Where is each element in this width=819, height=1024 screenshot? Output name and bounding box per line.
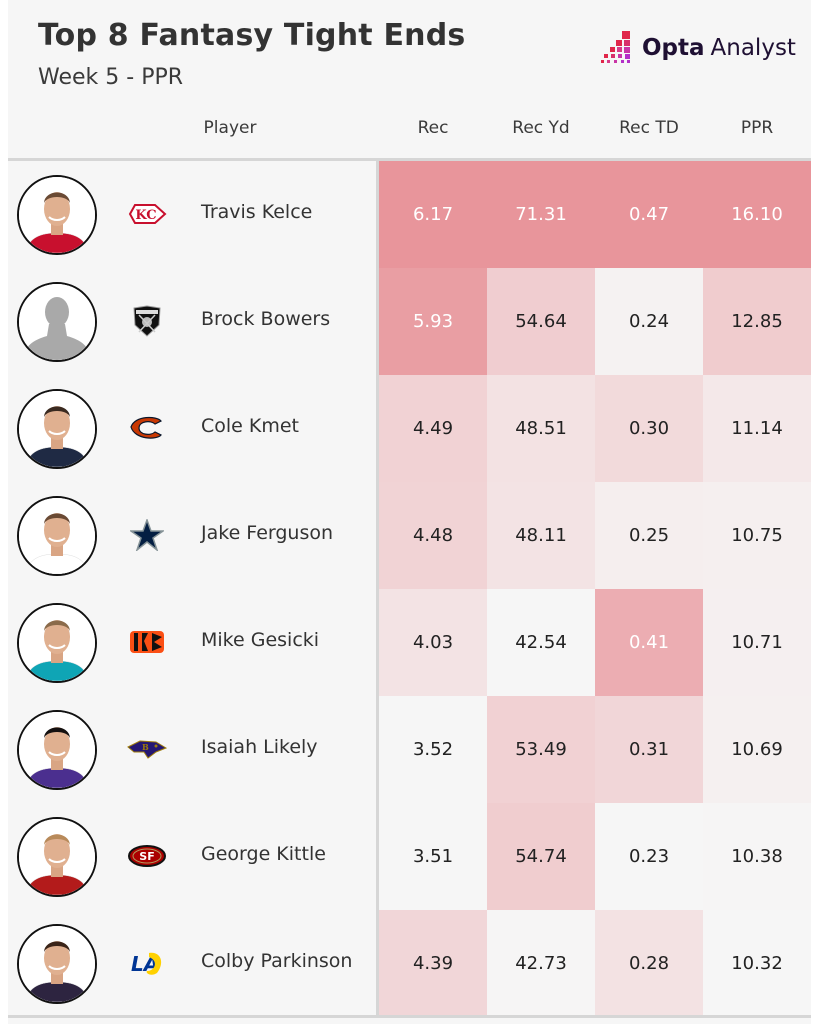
table-row: KC Travis Kelce 6.17 71.31 0.47 16.10 xyxy=(0,161,819,268)
bears-c-icon xyxy=(125,413,169,443)
player-avatar xyxy=(17,817,97,897)
cell-rec-td: 0.25 xyxy=(595,482,703,589)
cowboys-star-icon xyxy=(125,519,169,551)
cell-rec: 4.48 xyxy=(379,482,487,589)
cell-rec: 6.17 xyxy=(379,161,487,268)
player-name: George Kittle xyxy=(201,843,326,865)
table-row: SF George Kittle 3.51 54.74 0.23 10.38 xyxy=(0,803,819,910)
opta-logo-mark-icon xyxy=(601,31,630,63)
cell-rec-yd: 53.49 xyxy=(487,696,595,803)
player-avatar xyxy=(17,282,97,362)
cell-rec-td: 0.47 xyxy=(595,161,703,268)
49ers-oval-icon: SF xyxy=(125,841,169,871)
player-avatar xyxy=(17,924,97,1004)
player-name: Travis Kelce xyxy=(201,201,313,223)
opta-analyst-logo: Opta Analyst xyxy=(600,30,796,66)
cell-rec: 4.49 xyxy=(379,375,487,482)
ravens-head-icon: B xyxy=(125,734,169,764)
table-row: B Isaiah Likely 3.52 53.49 0.31 10.69 xyxy=(0,696,819,803)
brand-name-light: Analyst xyxy=(710,35,796,61)
svg-text:SF: SF xyxy=(139,850,154,863)
cell-rec: 3.52 xyxy=(379,696,487,803)
player-name: Brock Bowers xyxy=(201,308,331,330)
player-name: Jake Ferguson xyxy=(201,522,334,544)
cell-rec-yd: 48.11 xyxy=(487,482,595,589)
column-header-rec: Rec xyxy=(417,118,449,138)
table-row: Cole Kmet 4.49 48.51 0.30 11.14 xyxy=(0,375,819,482)
cell-rec: 3.51 xyxy=(379,803,487,910)
chart-subtitle: Week 5 - PPR xyxy=(38,65,184,90)
player-avatar xyxy=(17,175,97,255)
column-header-ppr: PPR xyxy=(740,118,774,138)
cell-ppr: 10.38 xyxy=(703,803,811,910)
column-header-rec-yd: Rec Yd xyxy=(512,118,570,138)
svg-text:B: B xyxy=(142,742,149,752)
svg-text:KC: KC xyxy=(135,208,156,223)
cell-rec-yd: 71.31 xyxy=(487,161,595,268)
player-avatar xyxy=(17,710,97,790)
cell-ppr: 12.85 xyxy=(703,268,811,375)
raiders-shield-icon xyxy=(125,305,169,337)
player-name: Cole Kmet xyxy=(201,415,300,437)
cell-rec-td: 0.28 xyxy=(595,910,703,1017)
column-divider xyxy=(376,161,379,1015)
cell-ppr: 10.71 xyxy=(703,589,811,696)
player-name: Mike Gesicki xyxy=(201,629,320,651)
cell-rec-yd: 42.54 xyxy=(487,589,595,696)
cell-rec: 4.39 xyxy=(379,910,487,1017)
table-row: Jake Ferguson 4.48 48.11 0.25 10.75 xyxy=(0,482,819,589)
player-name: Isaiah Likely xyxy=(201,736,318,758)
cell-rec-td: 0.24 xyxy=(595,268,703,375)
cell-rec-yd: 54.74 xyxy=(487,803,595,910)
column-header-player: Player xyxy=(203,118,257,138)
chart-title: Top 8 Fantasy Tight Ends xyxy=(38,18,466,53)
cell-rec-td: 0.31 xyxy=(595,696,703,803)
player-avatar xyxy=(17,496,97,576)
rams-la-icon: LA xyxy=(125,948,169,978)
bengals-b-icon xyxy=(125,627,169,657)
cell-rec-yd: 54.64 xyxy=(487,268,595,375)
table-row: Mike Gesicki 4.03 42.54 0.41 10.71 xyxy=(0,589,819,696)
player-avatar xyxy=(17,603,97,683)
player-avatar xyxy=(17,389,97,469)
cell-rec: 5.93 xyxy=(379,268,487,375)
cell-ppr: 10.75 xyxy=(703,482,811,589)
cell-rec-yd: 42.73 xyxy=(487,910,595,1017)
cell-rec-td: 0.30 xyxy=(595,375,703,482)
cell-ppr: 11.14 xyxy=(703,375,811,482)
player-name: Colby Parkinson xyxy=(201,950,353,972)
cell-rec-td: 0.23 xyxy=(595,803,703,910)
bottom-divider xyxy=(8,1015,811,1018)
cell-ppr: 10.32 xyxy=(703,910,811,1017)
cell-ppr: 10.69 xyxy=(703,696,811,803)
cell-ppr: 16.10 xyxy=(703,161,811,268)
table-row: Brock Bowers 5.93 54.64 0.24 12.85 xyxy=(0,268,819,375)
chiefs-arrowhead-icon: KC xyxy=(125,199,169,229)
cell-rec: 4.03 xyxy=(379,589,487,696)
brand-name-bold: Opta xyxy=(642,35,705,61)
column-header-rec-td: Rec TD xyxy=(619,118,679,138)
cell-rec-td: 0.41 xyxy=(595,589,703,696)
cell-rec-yd: 48.51 xyxy=(487,375,595,482)
table-row: LA Colby Parkinson 4.39 42.73 0.28 10.32 xyxy=(0,910,819,1017)
